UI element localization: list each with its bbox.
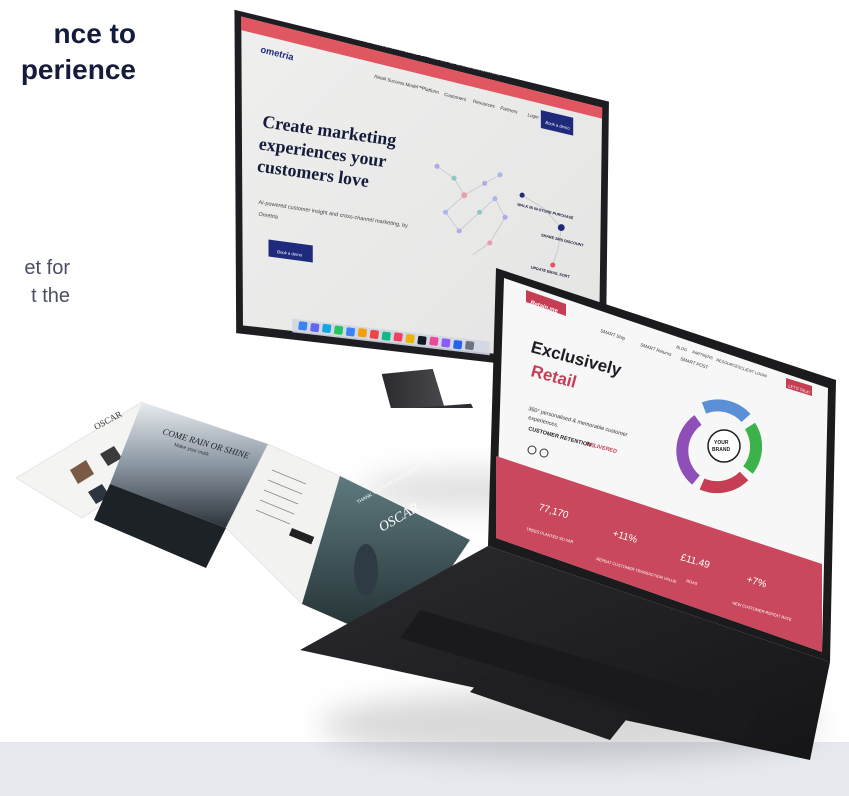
cycle-center-line-2: BRAND [712, 447, 730, 453]
cycle-center-line-1: YOUR [714, 440, 729, 446]
hero-headline: nce to perience [0, 16, 136, 88]
cycle-center [707, 429, 741, 463]
laptop: Retain.me SMART Ship SMART Returns SMART… [300, 268, 836, 760]
hero-headline-line-1: nce to [53, 18, 136, 49]
page: nce to perience et for t the Ometria rai… [0, 0, 849, 796]
hero-body-copy: et for t the [0, 254, 70, 310]
hero-body-line-2: t the [31, 285, 70, 307]
hero-body-line-1: et for [24, 257, 70, 279]
hero-headline-line-2: perience [20, 54, 136, 85]
